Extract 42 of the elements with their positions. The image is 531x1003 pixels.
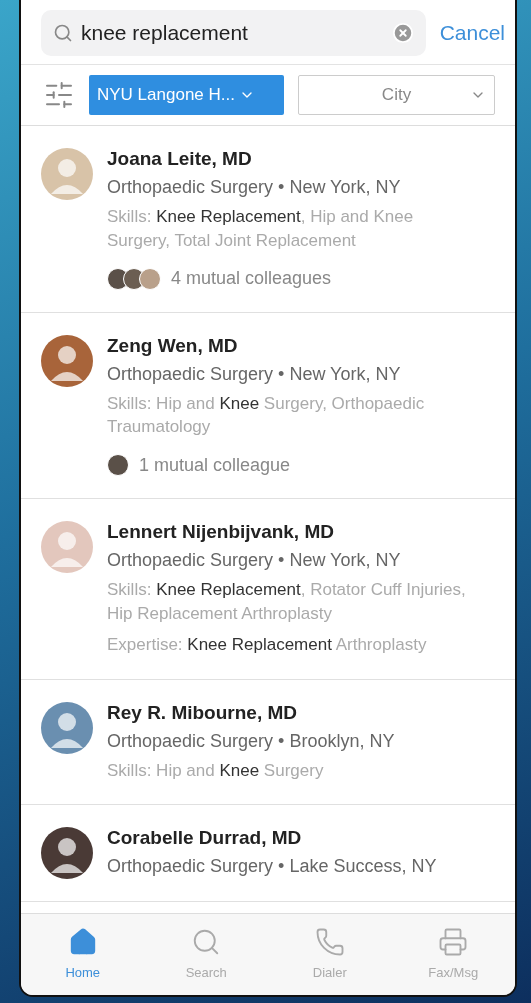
tab[interactable]: Home (21, 926, 145, 981)
avatar (41, 827, 93, 880)
avatar (41, 334, 93, 387)
mutual-colleagues[interactable]: 4 mutual colleagues (171, 268, 332, 290)
specialty-location: Orthopaedic Surgery • New York, NY (107, 177, 402, 198)
result-row[interactable]: Joana Leite, MD Orthopaedic Surgery • New York, NY Skills: Knee Replacement, Hip and Knee Surgery, Total Joint Replacement 4 mutual colleagues (21, 126, 515, 313)
detail-text: Skills: Hip and Knee Surgery (107, 759, 325, 782)
doctor-name: Rey R. Mibourne, MD (107, 701, 298, 724)
mutual-colleagues[interactable]: 1 mutual colleague (139, 454, 291, 476)
phone-icon (314, 927, 345, 957)
filter-icon[interactable] (43, 79, 75, 111)
specialty-location: Orthopaedic Surgery • Lake Success, NY (107, 856, 437, 878)
result-row[interactable]: Rey R. Mibourne, MD Orthopaedic Surgery • Brooklyn, NY Skills: Hip and Knee Surgery (21, 679, 515, 806)
specialty-location: Orthopaedic Surgery • Brooklyn, NY (107, 730, 395, 752)
avatar (41, 521, 93, 574)
doctor-name: Joana Leite, MD (107, 148, 253, 170)
filter-dropdown[interactable]: City (298, 75, 495, 115)
detail-text: Expertise: Knee Replacement Arthroplasty (107, 633, 428, 656)
doctor-name: Lennert Nijenbijvank, MD (107, 521, 335, 544)
result-row[interactable]: Lennert Nijenbijvank, MD Orthopaedic Surgery • New York, NY Skills: Knee Replacement, Rotator Cuff Injuries, Hip Replacement Arthroplasty Expertise: Knee Replacement Arthroplasty (21, 499, 515, 680)
avatar (41, 701, 93, 754)
tab[interactable]: Search (144, 926, 268, 981)
doctor-name: Corabelle Durrad, MD (107, 827, 303, 850)
result-row[interactable]: Corabelle Durrad, MD Orthopaedic Surgery • Lake Success, NY (21, 805, 515, 903)
search-field[interactable]: knee replacement (41, 10, 426, 56)
avatar-stack-drawing (107, 454, 129, 477)
doctor-name: Zeng Wen, MD (107, 334, 239, 357)
result-row[interactable]: Zeng Wen, MD Orthopaedic Surgery • New York, NY Skills: Hip and Knee Surgery, Orthopaedic Traumatology 1 mutual colleague (21, 312, 515, 500)
search-icon (53, 23, 73, 43)
avatar (41, 148, 93, 200)
avatar-stack-drawing (107, 267, 161, 290)
cancel-button[interactable]: Cancel (439, 21, 505, 45)
clear-icon[interactable] (391, 22, 414, 44)
detail-text: Skills: Knee Replacement, Hip and Knee Surgery, Total Joint Replacement (107, 206, 415, 252)
detail-text: Skills: Knee Replacement, Rotator Cuff Injuries, Hip Replacement Arthroplasty (107, 579, 467, 625)
tab[interactable]: Fax/Msg (391, 926, 515, 981)
specialty-location: Orthopaedic Surgery • New York, NY (107, 363, 402, 385)
detail-text: Skills: Hip and Knee Surgery, Orthopaedic Traumatology (107, 392, 426, 439)
tab[interactable]: Dialer (268, 926, 392, 981)
filter-dropdown[interactable]: NYU Langone H... (89, 75, 284, 115)
specialty-location: Orthopaedic Surgery • New York, NY (107, 550, 402, 572)
fax-icon (438, 927, 469, 957)
